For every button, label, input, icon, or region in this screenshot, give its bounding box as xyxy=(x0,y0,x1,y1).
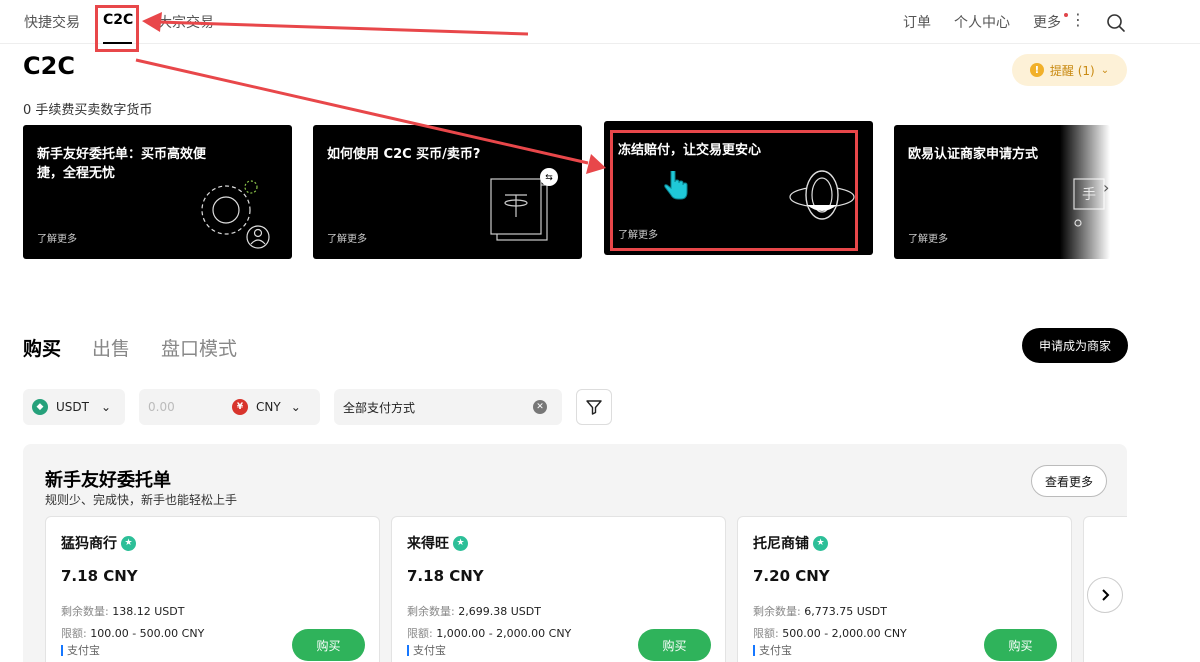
coin-value: USDT xyxy=(56,400,89,414)
filter-button[interactable] xyxy=(576,389,612,425)
clear-icon[interactable]: ✕ xyxy=(533,400,547,414)
price: 7.20 CNY xyxy=(753,567,830,585)
tab-orderbook-mode[interactable]: 盘口模式 xyxy=(161,334,237,361)
carousel-next-button[interactable] xyxy=(1087,577,1123,613)
limit-row: 限额: 500.00 - 2,000.00 CNY xyxy=(753,627,907,640)
tab-sell[interactable]: 出售 xyxy=(92,334,130,361)
apply-merchant-button[interactable]: 申请成为商家 xyxy=(1022,328,1128,363)
remaining-row: 剩余数量: 2,699.38 USDT xyxy=(407,605,541,618)
payment-method: 支付宝 xyxy=(61,645,100,656)
section-subtitle: 规则少、完成快，新手也能轻松上手 xyxy=(45,493,238,507)
amount-input[interactable]: 0.00 xyxy=(148,400,232,414)
payment-select[interactable]: 全部支付方式 ✕ xyxy=(334,389,562,425)
usdt-icon: ◆ xyxy=(32,399,48,415)
verified-badge-icon: ★ xyxy=(453,535,468,551)
buy-button[interactable]: 购买 xyxy=(638,629,711,661)
merchant-name-row: 来得旺 ★ xyxy=(407,533,468,553)
limit-row: 限额: 1,000.00 - 2,000.00 CNY xyxy=(407,627,572,640)
merchant-name-row: 托尼商铺 ★ xyxy=(753,533,828,553)
chevron-down-icon: ⌄ xyxy=(100,400,112,414)
merchant-name[interactable]: 托尼商铺 xyxy=(753,533,809,553)
verified-badge-icon: ★ xyxy=(121,535,136,551)
section-title: 新手友好委托单 xyxy=(45,470,171,491)
price: 7.18 CNY xyxy=(61,567,138,585)
remaining-row: 剩余数量: 6,773.75 USDT xyxy=(753,605,887,618)
price: 7.18 CNY xyxy=(407,567,484,585)
merchant-name-row: 猛犸商行 ★ xyxy=(61,533,136,553)
currency-value[interactable]: CNY xyxy=(256,400,281,414)
filter-funnel-icon xyxy=(586,400,602,415)
payment-method: 支付宝 xyxy=(407,645,446,656)
buy-button[interactable]: 购买 xyxy=(984,629,1057,661)
merchant-card: 托尼商铺 ★ 7.20 CNY 剩余数量: 6,773.75 USDT 限额: … xyxy=(737,516,1072,662)
verified-badge-icon: ★ xyxy=(813,535,828,551)
cny-icon: ¥ xyxy=(232,399,248,415)
payment-value: 全部支付方式 xyxy=(343,400,416,415)
tab-buy[interactable]: 购买 xyxy=(23,334,61,361)
chevron-down-icon: ⌄ xyxy=(290,400,301,414)
buy-button[interactable]: 购买 xyxy=(292,629,365,661)
view-more-button[interactable]: 查看更多 xyxy=(1031,465,1107,497)
remaining-row: 剩余数量: 138.12 USDT xyxy=(61,605,185,618)
payment-method: 支付宝 xyxy=(753,645,792,656)
merchant-name[interactable]: 猛犸商行 xyxy=(61,533,117,553)
merchant-card: 猛犸商行 ★ 7.18 CNY 剩余数量: 138.12 USDT 限额: 10… xyxy=(45,516,380,662)
amount-input-group[interactable]: 0.00 ¥ CNY ⌄ xyxy=(139,389,320,425)
coin-select[interactable]: ◆ USDT ⌄ xyxy=(23,389,125,425)
merchant-card: 来得旺 ★ 7.18 CNY 剩余数量: 2,699.38 USDT 限额: 1… xyxy=(391,516,726,662)
beginner-orders-section: 新手友好委托单 规则少、完成快，新手也能轻松上手 查看更多 猛犸商行 ★ 7.1… xyxy=(23,444,1127,662)
chevron-right-icon xyxy=(1102,589,1110,601)
merchant-name[interactable]: 来得旺 xyxy=(407,533,449,553)
limit-row: 限额: 100.00 - 500.00 CNY xyxy=(61,627,205,640)
